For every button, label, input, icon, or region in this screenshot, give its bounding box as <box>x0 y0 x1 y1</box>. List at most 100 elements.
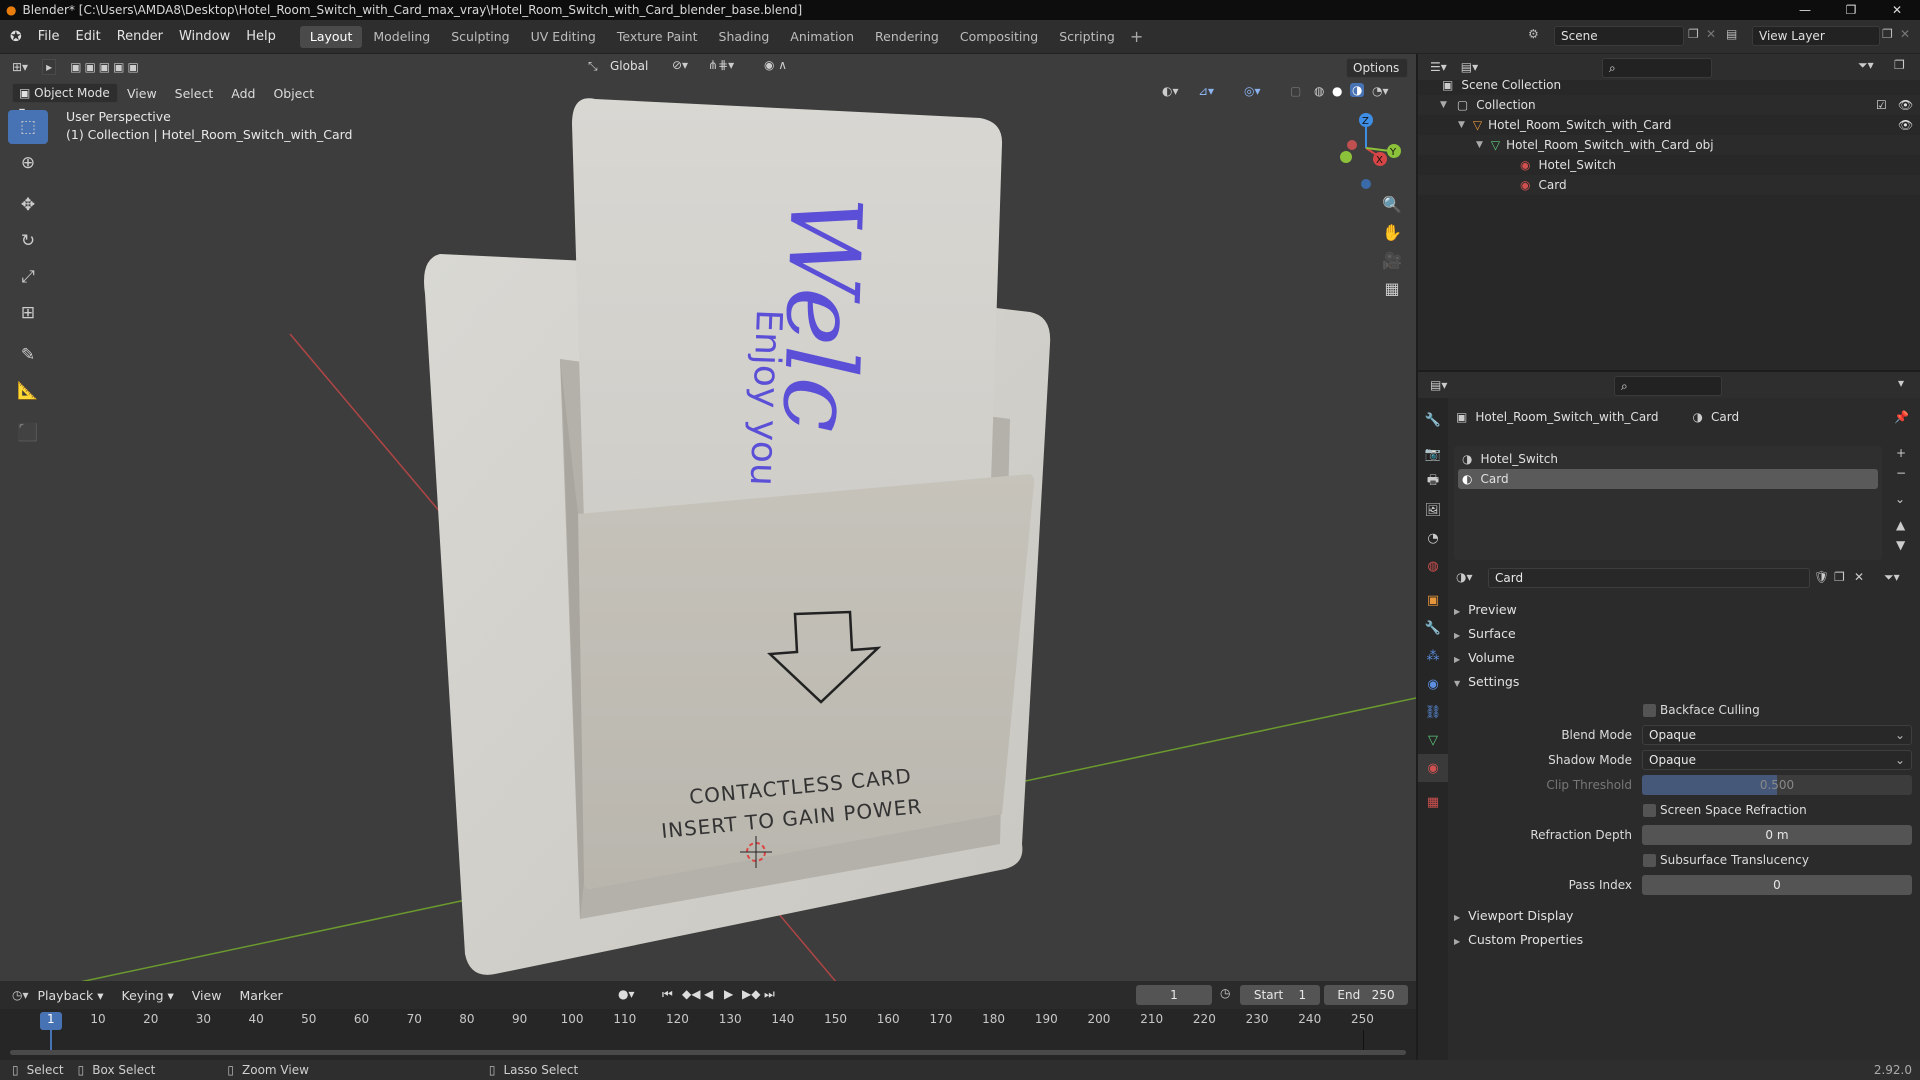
pan-hand-icon[interactable]: ✋ <box>1376 218 1408 246</box>
viewport-menu-view[interactable]: View <box>118 86 166 101</box>
jump-start-icon[interactable]: ⏮ <box>662 987 673 1002</box>
pass-index-field[interactable]: 0 <box>1642 875 1912 895</box>
link-mode-icon[interactable]: ⏷▾ <box>1884 570 1900 585</box>
move-slot-down-icon[interactable]: ▼ <box>1896 538 1905 552</box>
menu-render[interactable]: Render <box>109 29 171 44</box>
add-cube-tool[interactable]: ⬛ <box>8 416 48 450</box>
view-layer-selector[interactable]: View Layer <box>1752 26 1880 46</box>
move-slot-up-icon[interactable]: ▲ <box>1896 518 1905 532</box>
object-tab-icon[interactable]: ▣ <box>1418 586 1448 614</box>
next-key-icon[interactable]: ▶◆ <box>742 987 760 1001</box>
texture-tab-icon[interactable]: ▦ <box>1418 788 1448 816</box>
rendered-shading-icon[interactable]: ◔▾ <box>1372 84 1389 98</box>
collapse-icon[interactable]: ▾ <box>1898 376 1904 390</box>
timeline-menu-marker[interactable]: Marker <box>230 988 291 1003</box>
timeline-menu-playback[interactable]: Playback ▾ <box>29 988 113 1003</box>
cursor-tool[interactable]: ⊕ <box>8 146 48 180</box>
wireframe-shading-icon[interactable]: ◍ <box>1314 84 1324 98</box>
outliner-item-material-card[interactable]: ◉ Card <box>1418 175 1920 195</box>
visibility-icon[interactable]: ◐▾ <box>1162 84 1179 98</box>
viewport-menu-add[interactable]: Add <box>222 86 264 101</box>
panel-settings[interactable]: ▼ Settings <box>1454 674 1519 689</box>
menu-help[interactable]: Help <box>238 29 284 44</box>
shadow-mode-dropdown[interactable]: Opaque ⌄ <box>1642 750 1912 770</box>
tab-shading[interactable]: Shading <box>709 26 780 48</box>
refraction-depth-field[interactable]: 0 m <box>1642 825 1912 845</box>
play-icon[interactable]: ▶ <box>724 987 733 1001</box>
tab-rendering[interactable]: Rendering <box>865 26 949 48</box>
scene-selector[interactable]: Scene <box>1554 26 1684 46</box>
solid-shading-icon[interactable]: ● <box>1332 84 1342 98</box>
snap-icon[interactable]: ⋔⋕▾ <box>708 58 734 72</box>
move-tool[interactable]: ✥ <box>8 188 48 222</box>
exclude-checkbox-icon[interactable]: ☑ <box>1876 98 1887 112</box>
properties-search-input[interactable]: ⌕ <box>1614 376 1722 396</box>
visibility-eye-icon[interactable]: 👁 <box>1898 98 1913 112</box>
menu-window[interactable]: Window <box>171 29 238 44</box>
viewport-menu-select[interactable]: Select <box>166 86 223 101</box>
subsurface-translucency-checkbox[interactable] <box>1643 854 1656 867</box>
outliner-item-material-switch[interactable]: ◉ Hotel_Switch <box>1418 155 1920 175</box>
blend-mode-dropdown[interactable]: Opaque ⌄ <box>1642 725 1912 745</box>
tab-uv-editing[interactable]: UV Editing <box>521 26 606 48</box>
output-tab-icon[interactable]: 🖶 <box>1418 468 1448 496</box>
3d-viewport[interactable]: Welc Enjoy you CONTACTLESS CARD INSERT T… <box>0 54 1416 981</box>
pivot-icon[interactable]: ⊘▾ <box>672 58 688 72</box>
browse-material-icon[interactable]: ◑▾ <box>1456 570 1473 584</box>
camera-view-icon[interactable]: 🎥 <box>1376 246 1408 274</box>
tab-animation[interactable]: Animation <box>780 26 864 48</box>
outliner-item-mesh[interactable]: ▼ ▽ Hotel_Room_Switch_with_Card_obj <box>1418 135 1920 155</box>
viewport-menu-object[interactable]: Object <box>264 86 323 101</box>
panel-viewport-display[interactable]: ▶ Viewport Display <box>1454 908 1573 923</box>
expand-chevron-icon[interactable]: ▼ <box>1476 140 1483 150</box>
outliner-item-object[interactable]: ▼ ▽ Hotel_Room_Switch_with_Card 👁 <box>1418 115 1920 135</box>
timeline-scrollbar[interactable] <box>10 1050 1406 1055</box>
unlink-material-icon[interactable]: ✕ <box>1854 570 1864 584</box>
particles-tab-icon[interactable]: ⁂ <box>1418 642 1448 670</box>
slot-specials-icon[interactable]: ⌄ <box>1895 492 1905 506</box>
start-frame-field[interactable]: Start 1 <box>1240 985 1320 1005</box>
data-tab-icon[interactable]: ▽ <box>1418 726 1448 754</box>
expand-chevron-icon[interactable]: ▼ <box>1440 100 1447 110</box>
properties-editor-icon[interactable]: ▤▾ <box>1430 378 1447 392</box>
new-material-icon[interactable]: ❐ <box>1834 570 1845 584</box>
transform-orientation-dropdown[interactable]: Global <box>604 57 662 77</box>
proportional-edit-icon[interactable]: ◉ ∧ <box>764 58 787 72</box>
tab-compositing[interactable]: Compositing <box>950 26 1048 48</box>
select-box-tool[interactable]: ⬚ <box>8 110 48 144</box>
fake-user-icon[interactable]: 🛡 <box>1814 570 1829 584</box>
visibility-eye-icon[interactable]: 👁 <box>1898 118 1913 132</box>
render-tab-icon[interactable]: 📷 <box>1418 440 1448 468</box>
tab-layout[interactable]: Layout <box>299 25 363 48</box>
outliner-item-collection[interactable]: ▼ ▢ Collection ☑ 👁 <box>1418 95 1920 115</box>
editor-type-icon[interactable]: ⊞▾ <box>12 60 28 74</box>
end-frame-field[interactable]: End 250 <box>1324 985 1408 1005</box>
transform-tool[interactable]: ⊞ <box>8 296 48 330</box>
display-mode-icon[interactable]: ▤▾ <box>1461 60 1478 74</box>
material-tab-icon[interactable]: ◉ <box>1418 754 1448 782</box>
timeline-menu-keying[interactable]: Keying ▾ <box>113 988 183 1003</box>
tab-modeling[interactable]: Modeling <box>363 26 440 48</box>
annotate-tool[interactable]: ✎ <box>8 338 48 372</box>
view-layer-icon[interactable]: ▤ <box>1726 27 1737 41</box>
tab-sculpting[interactable]: Sculpting <box>441 26 519 48</box>
material-shading-icon[interactable]: ◑ <box>1350 83 1365 97</box>
timeline-menu-view[interactable]: View <box>183 988 231 1003</box>
new-collection-icon[interactable]: ❐ <box>1894 58 1905 72</box>
rotate-tool[interactable]: ↻ <box>8 224 48 258</box>
ortho-toggle-icon[interactable]: ▦ <box>1376 274 1408 302</box>
menu-file[interactable]: File <box>30 29 68 44</box>
remove-slot-icon[interactable]: − <box>1896 466 1906 480</box>
modifier-tab-icon[interactable]: 🔧 <box>1418 614 1448 642</box>
record-icon[interactable]: ●▾ <box>618 987 635 1001</box>
material-slot-item[interactable]: ◑ Hotel_Switch <box>1458 449 1878 469</box>
overlay-toggle-icon[interactable]: ◎▾ <box>1244 84 1261 98</box>
screen-space-refraction-checkbox[interactable] <box>1643 804 1656 817</box>
constraints-tab-icon[interactable]: ⛓ <box>1418 698 1448 726</box>
close-button[interactable]: ✕ <box>1874 0 1920 20</box>
scene-icon[interactable]: ⚙ <box>1528 27 1539 41</box>
new-scene-icon[interactable]: ❐ <box>1688 27 1699 41</box>
add-workspace-icon[interactable]: + <box>1130 27 1143 46</box>
blender-menu-icon[interactable]: ✪ <box>10 29 22 45</box>
xray-icon[interactable]: ▢ <box>1290 84 1301 98</box>
